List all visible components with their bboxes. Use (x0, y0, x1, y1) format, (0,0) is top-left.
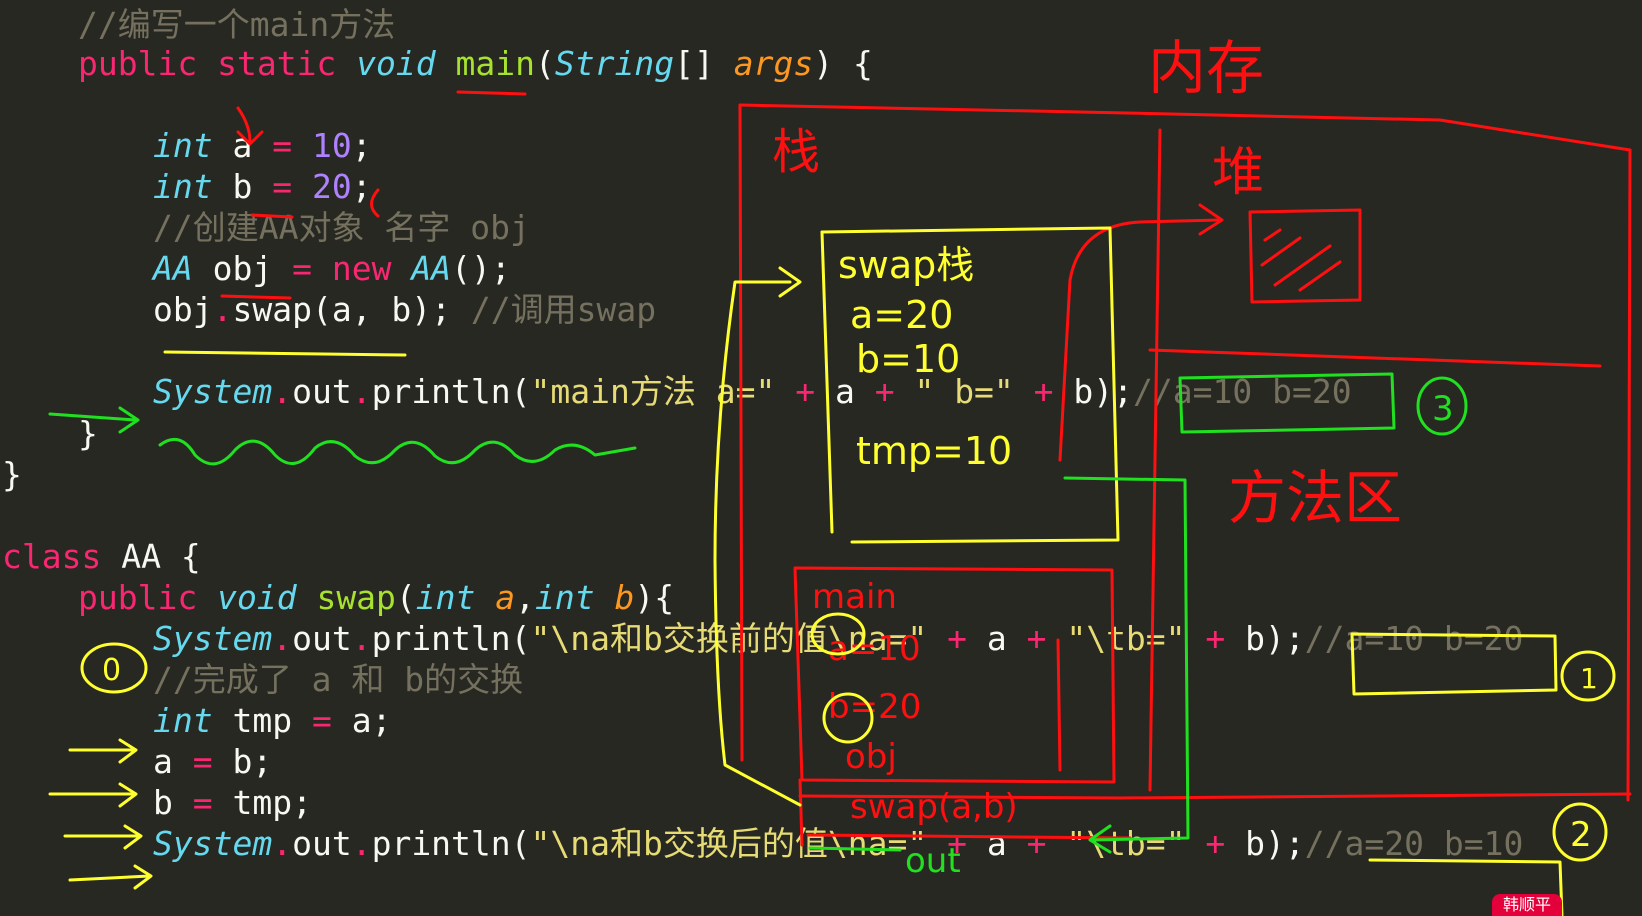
code-line-1: //编写一个main方法 (78, 5, 396, 44)
code-line-6: AA obj = new AA(); (153, 249, 511, 288)
code-line-14: //完成了 a 和 b的交换 (153, 660, 524, 699)
code-line-11: class AA { (2, 537, 201, 576)
code-line-4: int b = 20; (153, 167, 372, 206)
code-line-8: System.out.println("main方法 a=" + a + " b… (153, 372, 1352, 411)
code-line-15: int tmp = a; (153, 701, 392, 740)
code-line-2: public static void main(String[] args) { (78, 44, 873, 83)
watermark-badge: 韩顺平 (1492, 894, 1562, 916)
code-line-13: System.out.println("\na和b交换前的值\na=" + a … (153, 619, 1524, 658)
code-line-7: obj.swap(a, b); //调用swap (153, 290, 657, 329)
code-editor[interactable]: //编写一个main方法 public static void main(Str… (0, 0, 1642, 916)
code-line-9: } (78, 414, 98, 453)
code-line-10: } (2, 455, 22, 494)
code-line-17: b = tmp; (153, 783, 312, 822)
code-line-3: int a = 10; (153, 126, 372, 165)
code-line-18: System.out.println("\na和b交换后的值\na=" + a … (153, 824, 1524, 863)
code-line-16: a = b; (153, 742, 273, 781)
code-line-12: public void swap(int a,int b){ (78, 578, 675, 617)
code-line-5: //创建AA对象 名字 obj (153, 208, 530, 247)
